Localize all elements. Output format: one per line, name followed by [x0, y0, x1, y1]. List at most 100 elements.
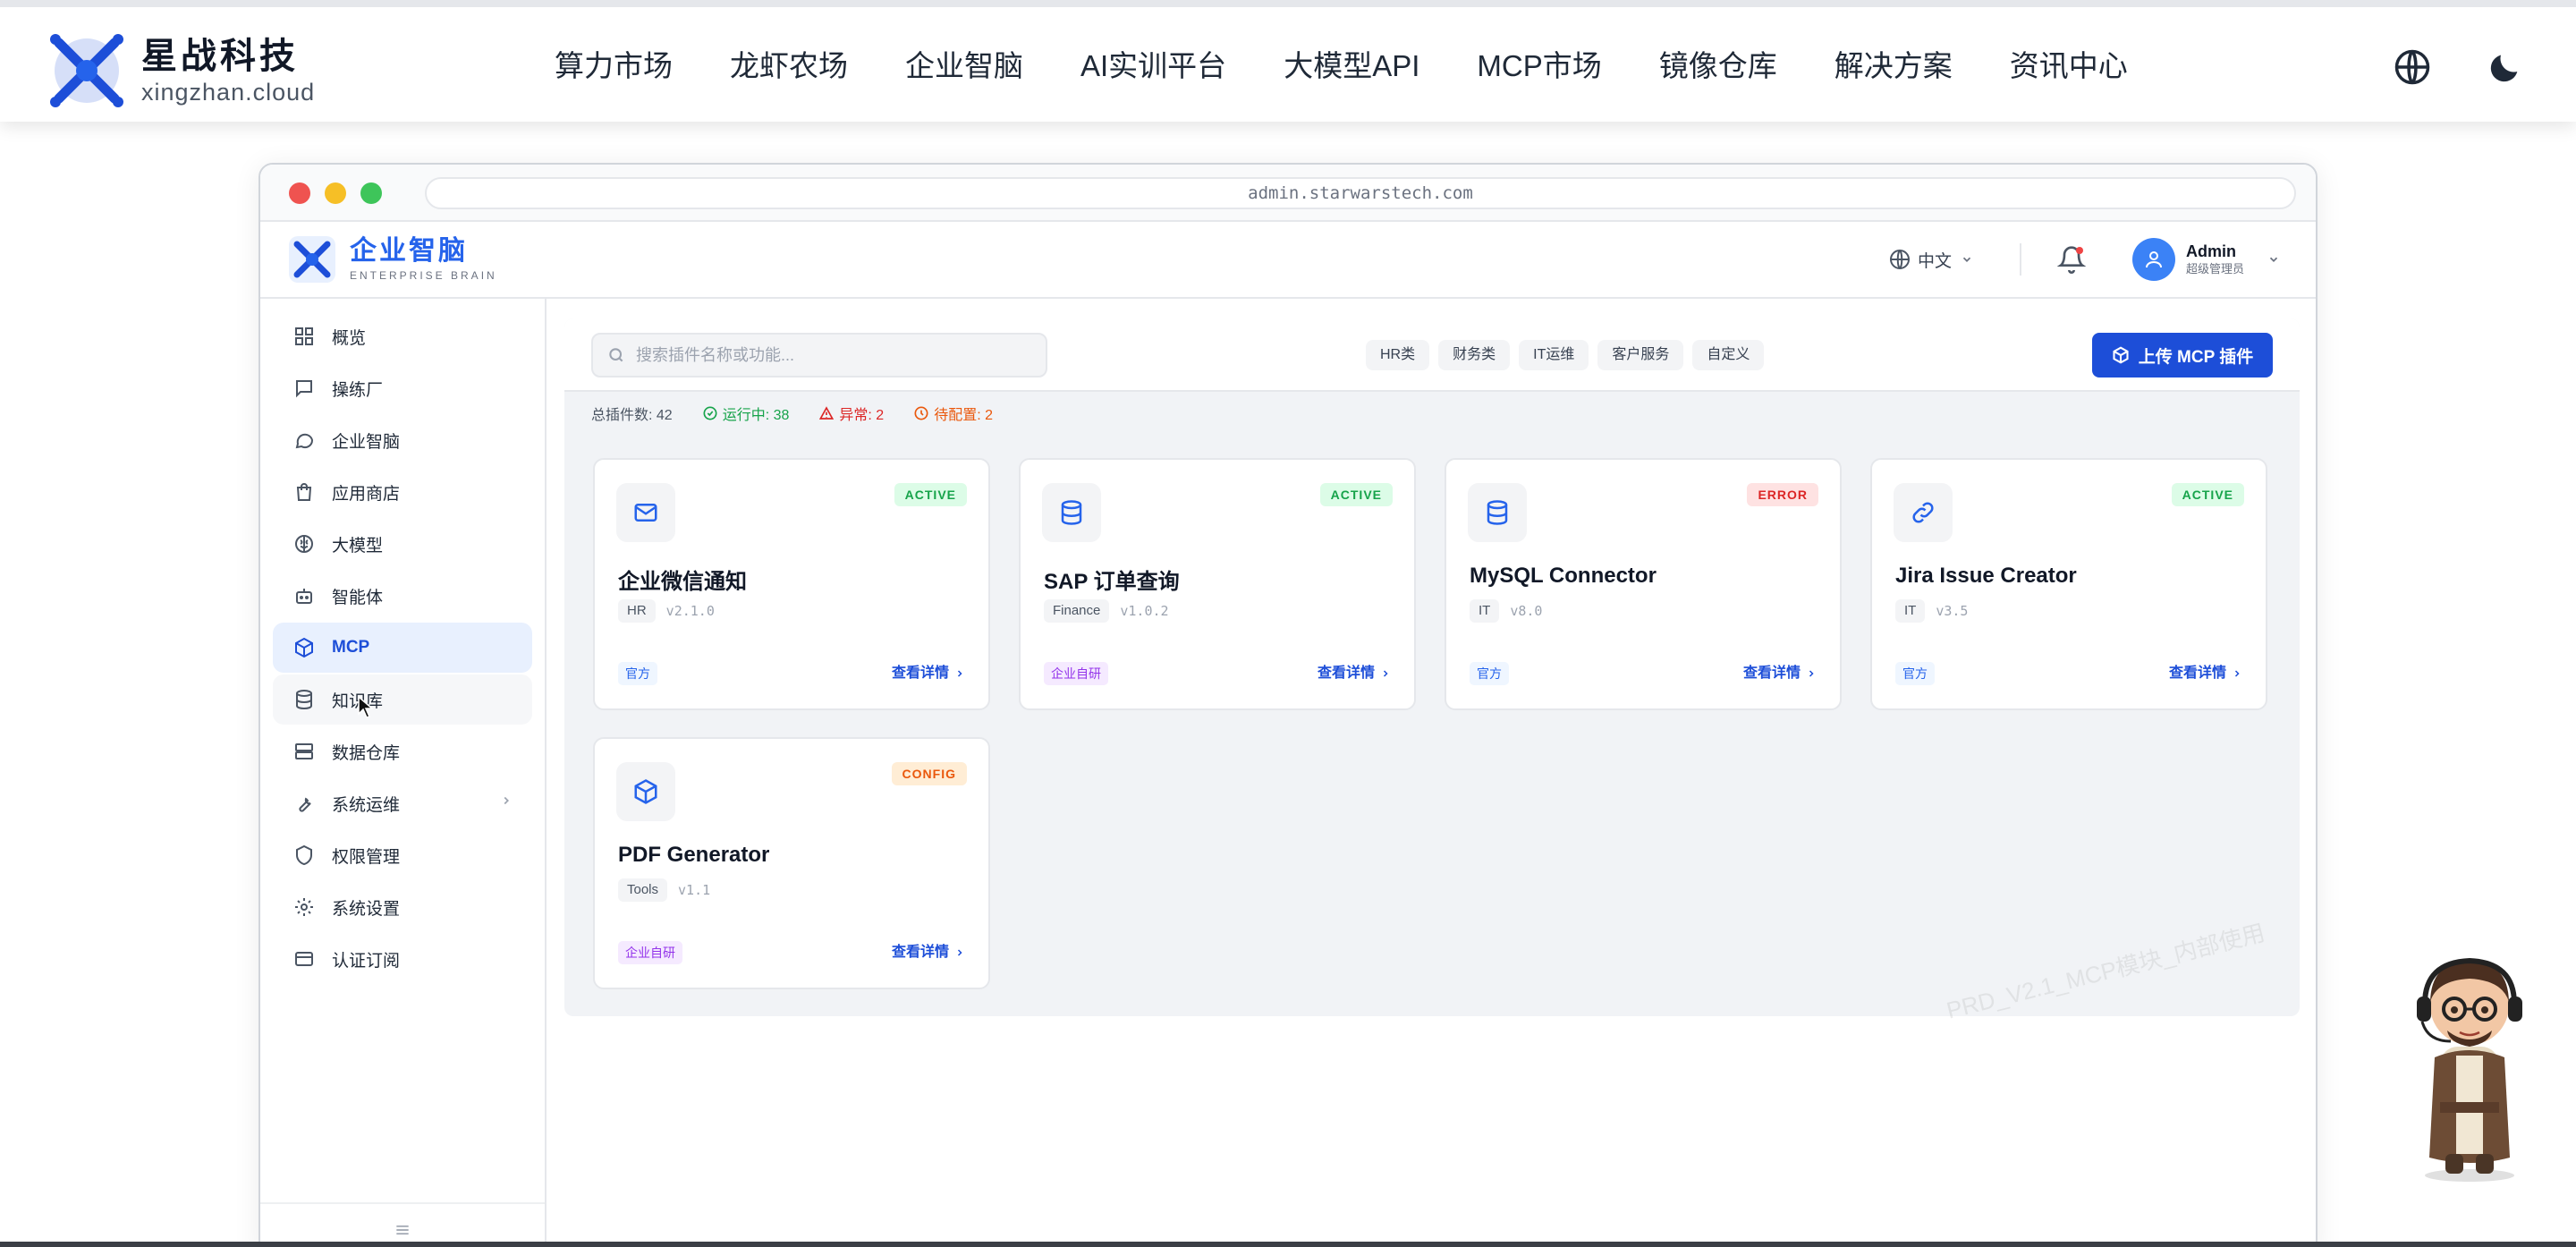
view-details-link[interactable]: 查看详情: [892, 941, 965, 964]
plugin-version: v8.0: [1510, 603, 1543, 619]
view-details-label: 查看详情: [2168, 666, 2226, 681]
user-menu[interactable]: Admin 超级管理员: [2131, 238, 2280, 281]
app-title: 企业智脑: [350, 236, 468, 266]
search-input[interactable]: [636, 345, 1030, 365]
plugin-card[interactable]: ACTIVE 企业微信通知 HR v2.1.0 官方 查看详情: [593, 458, 990, 710]
shopping-bag-icon: [292, 480, 316, 504]
plugin-version: v1.1: [678, 882, 711, 898]
app-logo[interactable]: 企业智脑 ENTERPRISE BRAIN: [289, 236, 497, 283]
upload-button-label: 上传 MCP 插件: [2138, 347, 2254, 367]
sidebar-item-label: 系统设置: [332, 899, 401, 919]
nav-link-news[interactable]: 资讯中心: [2010, 47, 2128, 86]
robot-icon: [292, 584, 316, 607]
sidebar-item-label: 数据仓库: [332, 743, 401, 763]
shield-icon: [292, 844, 316, 867]
gear-icon: [292, 895, 316, 919]
sidebar-item-enterprise-brain[interactable]: 企业智脑: [273, 415, 532, 465]
source-tag: 官方: [1895, 662, 1935, 685]
clock-icon: [914, 406, 928, 420]
plugin-stats: 总插件数: 42 运行中: 38 异常: 2 待配置: 2: [591, 403, 1023, 424]
nav-link-ai-training[interactable]: AI实训平台: [1080, 47, 1226, 86]
source-tag: 官方: [618, 662, 657, 685]
filter-hr[interactable]: HR类: [1366, 340, 1430, 370]
sidebar-collapse-button[interactable]: [260, 1202, 545, 1247]
sidebar-item-mcp[interactable]: MCP: [273, 623, 532, 673]
filter-custom[interactable]: 自定义: [1692, 340, 1765, 370]
site-nav-links: 算力市场 龙虾农场 企业智脑 AI实训平台 大模型API MCP市场 镜像仓库 …: [555, 47, 2185, 86]
source-tag: 企业自研: [618, 941, 682, 964]
filter-finance[interactable]: 财务类: [1438, 340, 1511, 370]
sidebar-item-settings[interactable]: 系统设置: [273, 882, 532, 932]
notification-dot: [2075, 247, 2083, 254]
sidebar-item-data-warehouse[interactable]: 数据仓库: [273, 726, 532, 776]
plugin-name: PDF Generator: [618, 843, 770, 867]
filter-customer-service[interactable]: 客户服务: [1597, 340, 1684, 370]
window-close-button[interactable]: [289, 182, 310, 204]
chevron-right-icon: [504, 796, 509, 805]
browser-chrome: admin.starwarstech.com: [260, 165, 2316, 222]
site-navbar: 星战科技 xingzhan.cloud 算力市场 龙虾农场 企业智脑 AI实训平…: [0, 0, 2576, 122]
browser-window: admin.starwarstech.com 企业智脑 ENTERPRISE B…: [258, 163, 2318, 1247]
sidebar-item-overview[interactable]: 概览: [273, 311, 532, 361]
view-details-link[interactable]: 查看详情: [1318, 662, 1391, 685]
sidebar-item-llm[interactable]: 大模型: [273, 519, 532, 569]
database-icon: [1468, 483, 1527, 542]
menu-icon: [396, 1226, 409, 1234]
nav-link-solutions[interactable]: 解决方案: [1835, 47, 1953, 86]
nav-link-lobster[interactable]: 龙虾农场: [730, 47, 848, 86]
status-badge: ACTIVE: [894, 483, 967, 506]
window-maximize-button[interactable]: [360, 182, 382, 204]
view-details-link[interactable]: 查看详情: [1743, 662, 1817, 685]
plugin-card[interactable]: ACTIVE Jira Issue Creator IT v3.5 官方 查看详情: [1870, 458, 2267, 710]
nav-link-mcp-market[interactable]: MCP市场: [1477, 47, 1601, 86]
moon-icon[interactable]: [2485, 47, 2526, 88]
mouse-cursor-icon: [358, 696, 374, 718]
status-badge: CONFIG: [891, 762, 967, 785]
sidebar-item-label: 企业智脑: [332, 432, 401, 452]
view-details-link[interactable]: 查看详情: [2169, 662, 2242, 685]
plugin-card[interactable]: ERROR MySQL Connector IT v8.0 官方 查看详情: [1445, 458, 1842, 710]
assistant-mascot[interactable]: [2404, 950, 2535, 1183]
link-icon: [1894, 483, 1953, 542]
site-brand[interactable]: 星战科技 xingzhan.cloud: [47, 30, 315, 111]
check-circle-icon: [703, 406, 717, 420]
nav-link-image-repo[interactable]: 镜像仓库: [1659, 47, 1777, 86]
window-minimize-button[interactable]: [325, 182, 346, 204]
header-divider: [2019, 243, 2021, 276]
sidebar-item-permissions[interactable]: 权限管理: [273, 830, 532, 880]
database-icon: [292, 688, 316, 711]
filter-it-ops[interactable]: IT运维: [1519, 340, 1589, 370]
view-details-label: 查看详情: [891, 945, 949, 960]
plugin-version: v3.5: [1936, 603, 1969, 619]
wrench-icon: [292, 792, 316, 815]
sidebar-item-playground[interactable]: 操练厂: [273, 363, 532, 413]
sidebar-item-agents[interactable]: 智能体: [273, 571, 532, 621]
sidebar-item-knowledge-base[interactable]: 知识库: [273, 674, 532, 725]
category-tag: Tools: [618, 878, 668, 902]
address-bar[interactable]: admin.starwarstech.com: [425, 177, 2296, 209]
cube-icon: [2113, 346, 2129, 364]
upload-mcp-button[interactable]: 上传 MCP 插件: [2092, 333, 2273, 377]
sidebar-item-subscription[interactable]: 认证订阅: [273, 934, 532, 984]
globe-icon[interactable]: [2392, 47, 2433, 88]
plugin-card[interactable]: ACTIVE SAP 订单查询 Finance v1.0.2 企业自研 查看详情: [1019, 458, 1416, 710]
plugin-card[interactable]: CONFIG PDF Generator Tools v1.1 企业自研 查看详情: [593, 737, 990, 989]
chevron-down-icon: [1962, 257, 1971, 262]
language-selector[interactable]: 中文: [1889, 248, 1980, 272]
nav-link-enterprise-brain[interactable]: 企业智脑: [905, 47, 1023, 86]
search-box[interactable]: [591, 333, 1047, 377]
warning-icon: [819, 406, 835, 420]
view-details-link[interactable]: 查看详情: [892, 662, 965, 685]
sidebar-item-ops[interactable]: 系统运维: [273, 778, 532, 828]
stat-total: 总插件数: 42: [591, 408, 673, 423]
user-role: 超级管理员: [2185, 262, 2244, 276]
watermark: PRD_V2.1_MCP模块_内部使用: [1944, 919, 2268, 1024]
view-details-label: 查看详情: [1317, 666, 1375, 681]
view-details-label: 查看详情: [1742, 666, 1801, 681]
nav-link-compute[interactable]: 算力市场: [555, 47, 673, 86]
sidebar-item-label: 大模型: [332, 536, 384, 556]
nav-link-llm-api[interactable]: 大模型API: [1284, 47, 1419, 86]
sidebar-item-app-store[interactable]: 应用商店: [273, 467, 532, 517]
notification-button[interactable]: [2056, 245, 2087, 274]
category-tag: IT: [1470, 599, 1500, 623]
